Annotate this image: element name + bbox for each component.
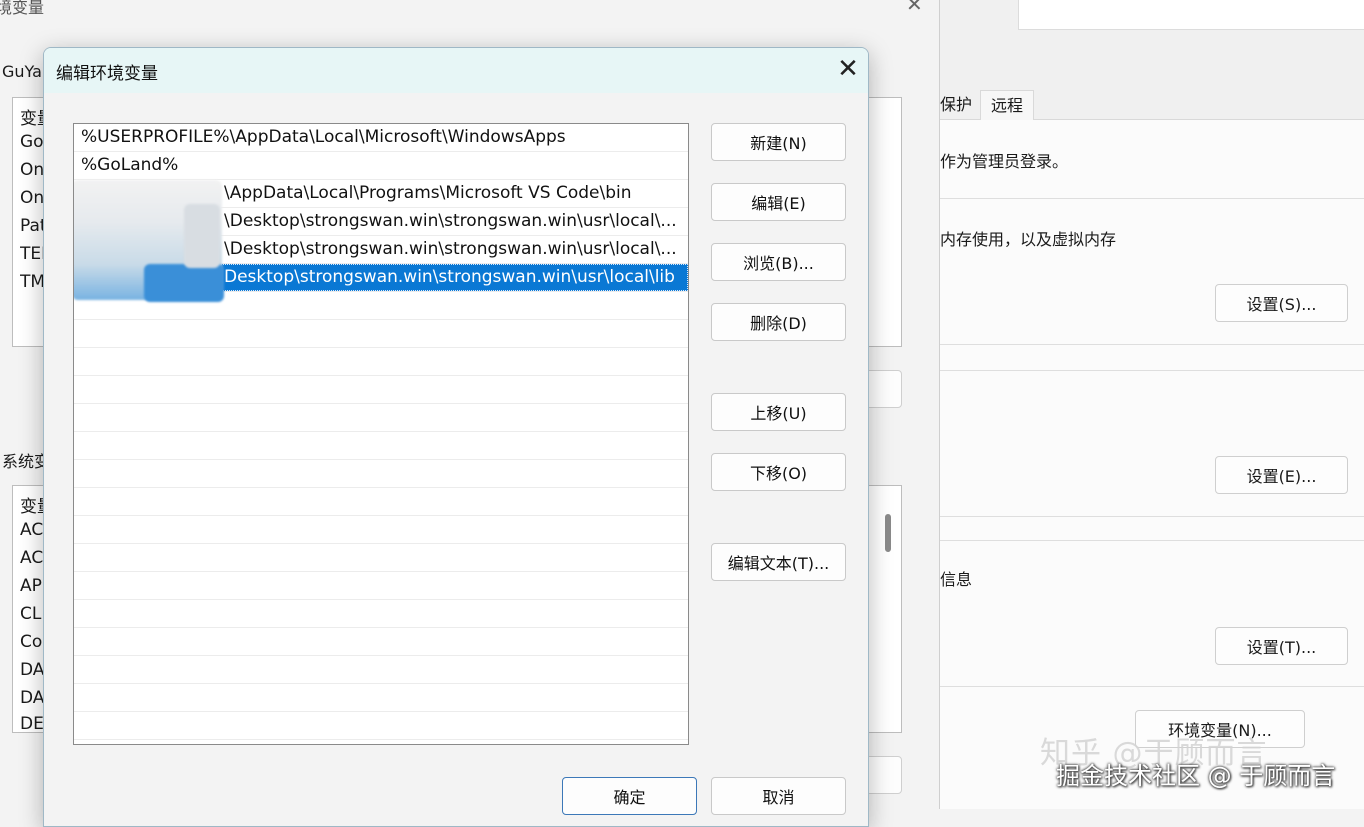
column-header: 变量 <box>20 497 45 517</box>
path-text: %GoLand% <box>81 155 179 175</box>
edit-environment-variable-dialog: 编辑环境变量 ✕ %USERPROFILE%\AppData\Local\Mic… <box>43 47 869 827</box>
close-icon[interactable]: ✕ <box>906 0 923 16</box>
empty-row[interactable] <box>74 432 688 460</box>
ok-button[interactable]: 确定 <box>562 777 697 815</box>
empty-row[interactable] <box>74 544 688 572</box>
env-dialog-title: 境变量 <box>0 0 45 17</box>
list-item[interactable]: CLI <box>20 604 45 624</box>
move-up-button[interactable]: 上移(U) <box>711 393 846 431</box>
path-text: \AppData\Local\Programs\Microsoft VS Cod… <box>224 183 632 203</box>
empty-row[interactable] <box>74 488 688 516</box>
user-profiles-settings-button[interactable]: 设置(E)... <box>1215 456 1348 494</box>
column-header: 变量 <box>20 109 45 129</box>
divider <box>940 686 1364 687</box>
empty-row[interactable] <box>74 684 688 712</box>
admin-note: 作为管理员登录。 <box>940 152 1069 171</box>
performance-settings-button[interactable]: 设置(S)... <box>1215 284 1348 322</box>
edit-text-button[interactable]: 编辑文本(T)... <box>711 543 846 581</box>
list-item[interactable]: On <box>20 188 45 208</box>
redaction-blur <box>184 204 220 268</box>
empty-row[interactable] <box>74 320 688 348</box>
divider <box>940 198 1364 199</box>
startup-settings-button[interactable]: 设置(T)... <box>1215 627 1348 665</box>
performance-description: 内存使用，以及虚拟内存 <box>940 230 1117 249</box>
user-variables-label: GuYa <box>2 62 42 81</box>
list-item[interactable]: On <box>20 160 45 180</box>
dialog-title: 编辑环境变量 <box>56 64 158 84</box>
list-item[interactable]: AC <box>20 548 45 568</box>
empty-row[interactable] <box>74 460 688 488</box>
list-item[interactable]: TEI <box>20 244 45 264</box>
scrollbar-thumb[interactable] <box>885 514 891 552</box>
empty-row[interactable] <box>74 628 688 656</box>
tab-strip: 保护 远程 <box>940 90 1364 120</box>
list-item[interactable]: Co <box>20 632 45 652</box>
list-item[interactable]: AC <box>20 520 45 540</box>
tab-protection[interactable]: 保护 <box>940 90 972 120</box>
startup-description: 信息 <box>940 570 973 589</box>
empty-row[interactable] <box>74 572 688 600</box>
divider <box>940 516 1364 517</box>
empty-row[interactable] <box>74 600 688 628</box>
list-item[interactable]: AP <box>20 576 45 596</box>
edit-button[interactable]: 编辑(E) <box>711 183 846 221</box>
empty-row[interactable] <box>74 656 688 684</box>
close-icon[interactable]: ✕ <box>832 54 864 86</box>
path-row[interactable]: %USERPROFILE%\AppData\Local\Microsoft\Wi… <box>74 124 688 152</box>
cancel-button[interactable]: 取消 <box>711 777 846 815</box>
title-bar: 编辑环境变量 ✕ <box>44 48 868 93</box>
new-button[interactable]: 新建(N) <box>711 123 846 161</box>
list-item[interactable]: DE <box>20 714 45 734</box>
empty-row[interactable] <box>74 404 688 432</box>
path-text: \Desktop\strongswan.win\strongswan.win\u… <box>224 239 677 259</box>
move-down-button[interactable]: 下移(O) <box>711 453 846 491</box>
path-row[interactable]: %GoLand% <box>74 152 688 180</box>
top-field <box>1018 0 1364 30</box>
divider <box>940 370 1364 371</box>
empty-row[interactable] <box>74 516 688 544</box>
divider <box>940 344 1364 345</box>
advanced-panel: 作为管理员登录。 内存使用，以及虚拟内存 设置(S)... 设置(E)... 信… <box>940 120 1364 809</box>
watermark-juejin: 掘金技术社区 @ 于顾而言 <box>1056 762 1336 790</box>
empty-row[interactable] <box>74 348 688 376</box>
list-item[interactable]: Pat <box>20 216 45 236</box>
tab-remote[interactable]: 远程 <box>980 90 1035 120</box>
empty-row[interactable] <box>74 376 688 404</box>
delete-button[interactable]: 删除(D) <box>711 303 846 341</box>
list-item[interactable]: DA <box>20 688 45 708</box>
empty-row[interactable] <box>74 712 688 740</box>
path-text: \Desktop\strongswan.win\strongswan.win\u… <box>224 211 677 231</box>
path-list[interactable]: %USERPROFILE%\AppData\Local\Microsoft\Wi… <box>73 123 689 745</box>
browse-button[interactable]: 浏览(B)... <box>711 243 846 281</box>
redaction-blur <box>144 264 224 302</box>
list-item[interactable]: Go <box>20 132 45 152</box>
path-text: Desktop\strongswan.win\strongswan.win\us… <box>224 267 675 287</box>
path-text: %USERPROFILE%\AppData\Local\Microsoft\Wi… <box>81 127 566 147</box>
list-item[interactable]: TM <box>20 272 45 292</box>
divider <box>940 540 1364 541</box>
system-properties-window: 保护 远程 作为管理员登录。 内存使用，以及虚拟内存 设置(S)... 设置(E… <box>940 0 1364 809</box>
list-item[interactable]: DA <box>20 660 45 680</box>
